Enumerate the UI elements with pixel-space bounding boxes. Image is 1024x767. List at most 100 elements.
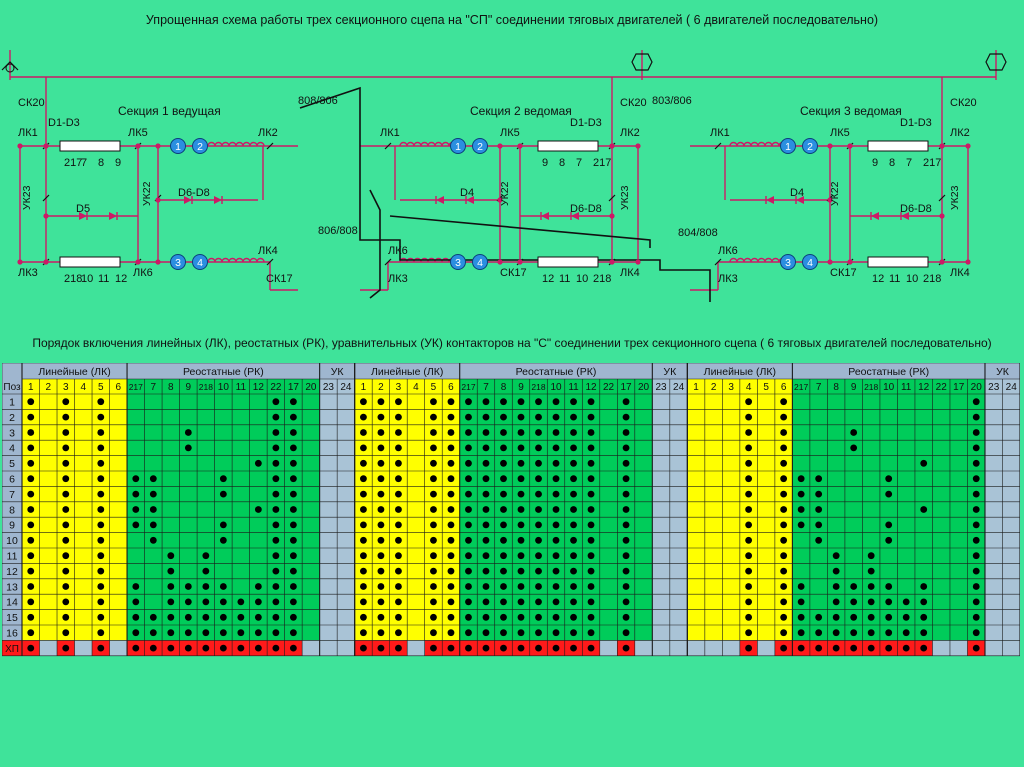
contactor-on-dot: [465, 521, 472, 529]
contactor-on-dot: [535, 598, 542, 606]
contactor-on-dot: [430, 644, 437, 652]
contactor-on-dot: [360, 398, 367, 406]
contactor-on-dot: [552, 490, 560, 498]
contactor-on-dot: [62, 536, 70, 544]
contactor-on-dot: [149, 506, 157, 513]
column-number: 4: [746, 382, 752, 393]
contactor-on-dot: [552, 506, 560, 513]
contactor-on-dot: [500, 429, 507, 436]
contactor-on-dot: [745, 644, 753, 652]
contactor-on-dot: [465, 598, 472, 606]
contactor-on-dot: [570, 536, 577, 544]
junction-dot: [17, 143, 23, 149]
contactor-on-dot: [97, 398, 105, 406]
motor-number: 3: [455, 257, 461, 269]
contactor-on-dot: [377, 567, 385, 575]
resistor-number: 9: [872, 157, 878, 169]
contactor-on-dot: [395, 567, 402, 575]
resistor-number: 217: [593, 157, 611, 169]
diode-label: D1-D3: [48, 117, 80, 129]
column-number: 17: [288, 382, 300, 393]
contactor-on-dot: [587, 413, 595, 421]
column-number: 3: [396, 382, 402, 393]
contactor-on-dot: [535, 444, 542, 452]
contactor-on-dot: [622, 444, 630, 452]
resistor-number: 12: [115, 273, 127, 285]
contactor-on-dot: [535, 475, 542, 483]
contactor-on-dot: [97, 413, 105, 421]
position-number: 16: [6, 628, 18, 640]
contactor-label: ЛК1: [710, 127, 730, 139]
contactor-on-dot: [745, 521, 753, 529]
junction-dot: [155, 143, 161, 149]
contactor-on-dot: [377, 506, 385, 513]
contactor-on-dot: [570, 459, 577, 467]
contactor-on-dot: [815, 490, 823, 498]
contactor-on-dot: [780, 444, 788, 452]
contactor-on-dot: [500, 413, 507, 421]
contactor-on-dot: [885, 475, 893, 483]
contactor-on-dot: [745, 613, 753, 621]
contactor-on-dot: [360, 444, 367, 452]
contactor-label: ЛК1: [380, 127, 400, 139]
contactor-label: УК23: [21, 185, 33, 210]
position-number: 5: [9, 458, 15, 470]
contactor-on-dot: [272, 613, 280, 621]
contactor-on-dot: [535, 521, 542, 529]
contactor-on-dot: [867, 567, 875, 575]
resistor-number: 217: [64, 157, 82, 169]
contactor-on-dot: [430, 536, 437, 544]
contactor-on-dot: [552, 552, 560, 560]
contactor-on-dot: [62, 475, 70, 483]
contactor-on-dot: [745, 506, 753, 513]
junction-dot: [135, 259, 141, 265]
resistor-number: 218: [593, 273, 611, 285]
contactor-on-dot: [219, 583, 227, 590]
pos-label: Поз: [3, 382, 21, 393]
column-number: 3: [63, 382, 69, 393]
position-number: 3: [9, 427, 15, 439]
contactor-on-dot: [97, 536, 105, 544]
contactor-on-dot: [517, 644, 525, 652]
contactor-on-dot: [202, 598, 210, 606]
contactor-on-dot: [184, 444, 192, 452]
contactor-on-dot: [430, 413, 437, 421]
contactor-on-dot: [587, 506, 595, 513]
diode: [436, 196, 444, 204]
resistor-number: 9: [115, 157, 121, 169]
contactor-on-dot: [517, 475, 525, 483]
contactor-on-dot: [500, 490, 507, 498]
diode-label: D4: [460, 187, 474, 199]
contactor-on-dot: [377, 552, 385, 560]
contactor-on-dot: [430, 490, 437, 498]
contactor-on-dot: [972, 506, 980, 513]
contactor-label: СК17: [500, 267, 527, 279]
contactor-on-dot: [430, 613, 437, 621]
contactor-on-dot: [972, 552, 980, 560]
contactor-on-dot: [202, 613, 210, 621]
contactor-on-dot: [920, 459, 928, 467]
contactor-on-dot: [745, 398, 753, 406]
contactor-on-dot: [972, 444, 980, 452]
contactor-on-dot: [219, 490, 227, 498]
contactor-on-dot: [289, 398, 297, 406]
contactor-on-dot: [552, 536, 560, 544]
contactor-on-dot: [797, 521, 805, 529]
contactor-on-dot: [289, 429, 297, 436]
junction-dot: [965, 259, 971, 265]
diode: [871, 212, 879, 220]
column-number: 5: [431, 382, 437, 393]
contactor-on-dot: [780, 398, 788, 406]
contactor-on-dot: [430, 459, 437, 467]
contactor-on-dot: [517, 583, 525, 590]
contactor-label: ЛК3: [718, 273, 738, 285]
motor-number: 3: [175, 257, 181, 269]
contactor-on-dot: [149, 644, 157, 652]
contactor-on-dot: [745, 552, 753, 560]
contactor-on-dot: [850, 644, 858, 652]
junction-dot: [939, 259, 945, 265]
contactor-on-dot: [535, 567, 542, 575]
contactor-on-dot: [27, 644, 35, 652]
group-name: Линейные (ЛК): [38, 366, 110, 378]
contactor-on-dot: [272, 398, 280, 406]
